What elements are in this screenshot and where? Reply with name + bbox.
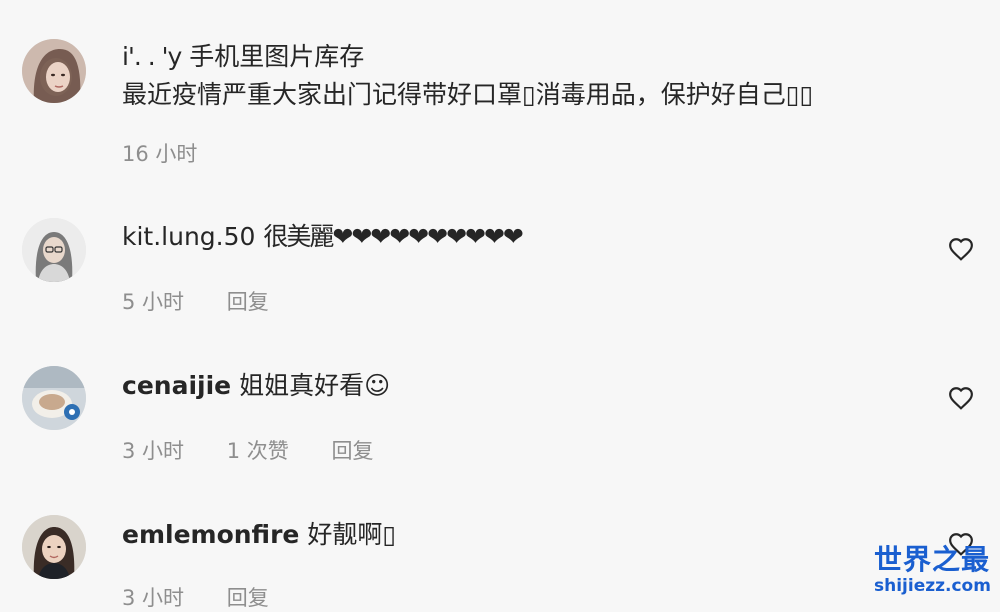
- avatar-image: [22, 218, 86, 282]
- avatar[interactable]: [22, 218, 86, 282]
- username[interactable]: kit.lung.50: [122, 222, 255, 251]
- username[interactable]: emlemonfire: [122, 520, 299, 549]
- comment-meta: 16 小时: [122, 140, 233, 168]
- avatar-image: [22, 515, 86, 579]
- heart-outline-icon[interactable]: [948, 386, 974, 410]
- reply-button[interactable]: 回复: [227, 290, 269, 314]
- comment-time: 16 小时: [122, 142, 198, 166]
- comment-time: 5 小时: [122, 290, 185, 314]
- comment-text: 手机里图片库存: [189, 42, 365, 71]
- watermark-title: 世界之最: [874, 543, 991, 576]
- heart-outline-icon[interactable]: [948, 237, 974, 261]
- comment-text: 姐姐真好看☺: [239, 371, 391, 400]
- avatar[interactable]: [22, 515, 86, 579]
- comment-text: 好靓啊▯: [307, 520, 397, 549]
- comment-header: kit.lung.50 很美麗❤❤❤❤❤❤❤❤❤❤: [122, 220, 524, 254]
- comment-text: 很美麗❤❤❤❤❤❤❤❤❤❤: [263, 222, 523, 251]
- avatar-image: [22, 366, 86, 430]
- username[interactable]: cenaijie: [122, 371, 231, 400]
- like-count[interactable]: 1 次赞: [227, 439, 289, 463]
- comment-meta: 3 小时 回复: [122, 584, 305, 612]
- reply-button[interactable]: 回复: [331, 439, 373, 463]
- username[interactable]: i'. . 'y: [122, 42, 182, 71]
- watermark-url: shijiezz.com: [874, 576, 991, 596]
- comment-meta: 3 小时 1 次赞 回复: [122, 437, 409, 465]
- avatar-image: [22, 39, 86, 103]
- comment-header: i'. . 'y 手机里图片库存: [122, 40, 364, 74]
- comment-body: 最近疫情严重大家出门记得带好口罩▯消毒用品，保护好自己▯▯: [122, 80, 814, 109]
- comment-time: 3 小时: [122, 439, 185, 463]
- watermark-logo: 世界之最 shijiezz.com: [874, 543, 991, 600]
- comment-time: 3 小时: [122, 586, 185, 610]
- avatar[interactable]: [22, 39, 86, 103]
- comment-header: cenaijie 姐姐真好看☺: [122, 369, 390, 403]
- comment-header: emlemonfire 好靓啊▯: [122, 518, 396, 552]
- reply-button[interactable]: 回复: [227, 586, 269, 610]
- comment-meta: 5 小时 回复: [122, 288, 305, 316]
- avatar[interactable]: [22, 366, 86, 430]
- comment-item: i'. . 'y 手机里图片库存 最近疫情严重大家出门记得带好口罩▯消毒用品，保…: [0, 0, 1000, 180]
